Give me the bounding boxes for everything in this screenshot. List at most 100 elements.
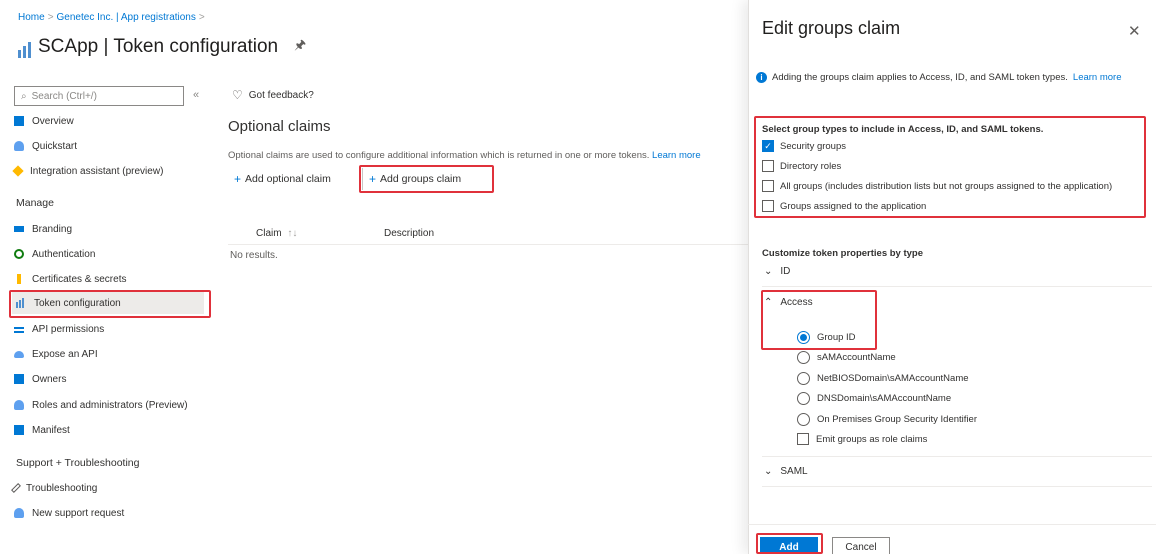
add-optional-claim-button[interactable]: + Add optional claim bbox=[228, 168, 337, 190]
radio-button bbox=[797, 351, 810, 364]
info-learn-more-link[interactable]: Learn more bbox=[1073, 72, 1122, 83]
wrench-icon bbox=[11, 483, 21, 493]
page-title: SCApp | Token configuration bbox=[38, 36, 279, 57]
radio-button bbox=[797, 413, 810, 426]
grid-icon bbox=[14, 374, 24, 384]
column-header-claim[interactable]: Claim ↑↓ bbox=[256, 228, 297, 239]
cloud-icon bbox=[14, 350, 24, 358]
search-icon: ⌕ bbox=[21, 90, 27, 102]
rocket-icon bbox=[12, 165, 24, 177]
grid-icon bbox=[14, 116, 24, 126]
plus-icon: + bbox=[234, 172, 242, 186]
radio-button bbox=[797, 392, 810, 405]
sidebar-item-label: Roles and administrators (Preview) bbox=[32, 399, 188, 411]
expander-label: SAML bbox=[780, 466, 808, 477]
breadcrumb-home[interactable]: Home bbox=[18, 12, 45, 23]
sidebar-item-label: Quickstart bbox=[32, 140, 78, 152]
highlight-group-types bbox=[754, 116, 1146, 218]
divider bbox=[762, 456, 1152, 457]
table-divider bbox=[228, 244, 748, 245]
sidebar-search-input[interactable]: ⌕ Search (Ctrl+/) bbox=[14, 86, 184, 106]
column-label: Claim bbox=[256, 228, 282, 239]
feedback-link[interactable]: ♡ Got feedback? bbox=[232, 88, 314, 102]
collapse-sidebar-icon[interactable]: « bbox=[193, 89, 199, 101]
sidebar-item-branding[interactable]: Branding bbox=[14, 218, 72, 240]
highlight-add-groups-claim bbox=[359, 165, 494, 193]
panel-footer-divider bbox=[748, 524, 1156, 525]
sidebar-item-label: Manifest bbox=[32, 424, 70, 436]
page-header: SCApp | Token configuration 🖈 bbox=[18, 36, 306, 58]
branding-icon bbox=[14, 226, 24, 232]
sidebar-item-overview[interactable]: Overview bbox=[14, 110, 74, 132]
sidebar-item-api-permissions[interactable]: API permissions bbox=[14, 318, 104, 340]
checkbox-box bbox=[797, 433, 809, 445]
expander-id[interactable]: ⌄ ID bbox=[764, 266, 790, 277]
radio-netbios-samaccountname[interactable]: NetBIOSDomain\sAMAccountName bbox=[797, 372, 969, 385]
expander-saml[interactable]: ⌄ SAML bbox=[764, 466, 808, 477]
sidebar-item-label: Integration assistant (preview) bbox=[30, 165, 164, 177]
description-text: Optional claims are used to configure ad… bbox=[228, 150, 650, 161]
highlight-access-group-id bbox=[761, 290, 877, 350]
sidebar-item-label: New support request bbox=[32, 507, 125, 519]
button-label: Add optional claim bbox=[245, 173, 331, 185]
sidebar-item-troubleshooting[interactable]: Troubleshooting bbox=[11, 477, 98, 499]
sidebar-item-label: Overview bbox=[32, 115, 74, 127]
manifest-icon bbox=[14, 425, 24, 435]
sidebar-item-authentication[interactable]: Authentication bbox=[14, 243, 95, 265]
section-description: Optional claims are used to configure ad… bbox=[228, 150, 701, 161]
radio-label: On Premises Group Security Identifier bbox=[817, 414, 977, 425]
column-header-description: Description bbox=[384, 228, 435, 239]
checkbox-label: Emit groups as role claims bbox=[816, 433, 928, 445]
breadcrumb: Home > Genetec Inc. | App registrations > bbox=[18, 12, 205, 23]
divider bbox=[762, 286, 1152, 287]
no-results-text: No results. bbox=[230, 250, 278, 261]
learn-more-link[interactable]: Learn more bbox=[652, 150, 701, 161]
key-icon bbox=[17, 274, 21, 284]
chevron-down-icon: ⌄ bbox=[764, 266, 773, 277]
cancel-button[interactable]: Cancel bbox=[832, 537, 890, 554]
radio-label: NetBIOSDomain\sAMAccountName bbox=[817, 373, 969, 384]
radio-label: sAMAccountName bbox=[817, 352, 896, 363]
panel-title: Edit groups claim bbox=[762, 18, 901, 38]
sidebar-item-label: Certificates & secrets bbox=[32, 273, 127, 285]
cloud-icon bbox=[14, 141, 24, 151]
close-icon[interactable]: ✕ bbox=[1128, 22, 1141, 40]
checkbox-emit-role-claims[interactable]: Emit groups as role claims bbox=[797, 433, 927, 445]
sidebar-item-label: Troubleshooting bbox=[26, 482, 98, 494]
sidebar-item-label: Expose an API bbox=[32, 348, 98, 360]
section-manage: Manage bbox=[16, 197, 54, 209]
app-icon bbox=[18, 42, 32, 58]
highlight-token-configuration bbox=[9, 290, 211, 318]
sidebar-item-label: Owners bbox=[32, 373, 67, 385]
sidebar-item-label: Branding bbox=[32, 223, 73, 235]
sidebar-item-quickstart[interactable]: Quickstart bbox=[14, 135, 77, 157]
info-text: Adding the groups claim applies to Acces… bbox=[772, 72, 1068, 83]
customize-header: Customize token properties by type bbox=[762, 248, 924, 259]
radio-label: DNSDomain\sAMAccountName bbox=[817, 393, 952, 404]
sidebar-item-owners[interactable]: Owners bbox=[14, 368, 66, 390]
pin-icon[interactable]: 🖈 bbox=[294, 36, 306, 58]
breadcrumb-app-registrations[interactable]: Genetec Inc. | App registrations bbox=[57, 12, 196, 23]
sidebar-item-new-support-request[interactable]: New support request bbox=[14, 502, 124, 524]
info-icon: i bbox=[756, 72, 767, 83]
info-banner: i Adding the groups claim applies to Acc… bbox=[756, 72, 1122, 83]
person-icon bbox=[14, 400, 24, 410]
sort-icon: ↑↓ bbox=[287, 228, 298, 239]
sidebar-item-roles-admins[interactable]: Roles and administrators (Preview) bbox=[14, 394, 188, 416]
radio-onprem-sid[interactable]: On Premises Group Security Identifier bbox=[797, 413, 977, 426]
section-support: Support + Troubleshooting bbox=[16, 457, 140, 469]
chevron-down-icon: ⌄ bbox=[764, 466, 773, 477]
radio-samaccountname[interactable]: sAMAccountName bbox=[797, 351, 896, 364]
sidebar-item-expose-api[interactable]: Expose an API bbox=[14, 343, 98, 365]
sidebar-item-integration-assistant[interactable]: Integration assistant (preview) bbox=[12, 160, 164, 182]
edit-groups-claim-panel bbox=[748, 0, 1156, 554]
radio-dnsdomain-samaccountname[interactable]: DNSDomain\sAMAccountName bbox=[797, 392, 951, 405]
heart-icon: ♡ bbox=[232, 88, 243, 102]
sidebar-item-label: API permissions bbox=[32, 323, 105, 335]
highlight-add-button bbox=[756, 533, 823, 554]
radio-button bbox=[797, 372, 810, 385]
search-placeholder: Search (Ctrl+/) bbox=[31, 90, 97, 102]
sidebar-item-certificates[interactable]: Certificates & secrets bbox=[14, 268, 126, 290]
divider bbox=[762, 486, 1152, 487]
sidebar-item-manifest[interactable]: Manifest bbox=[14, 419, 70, 441]
